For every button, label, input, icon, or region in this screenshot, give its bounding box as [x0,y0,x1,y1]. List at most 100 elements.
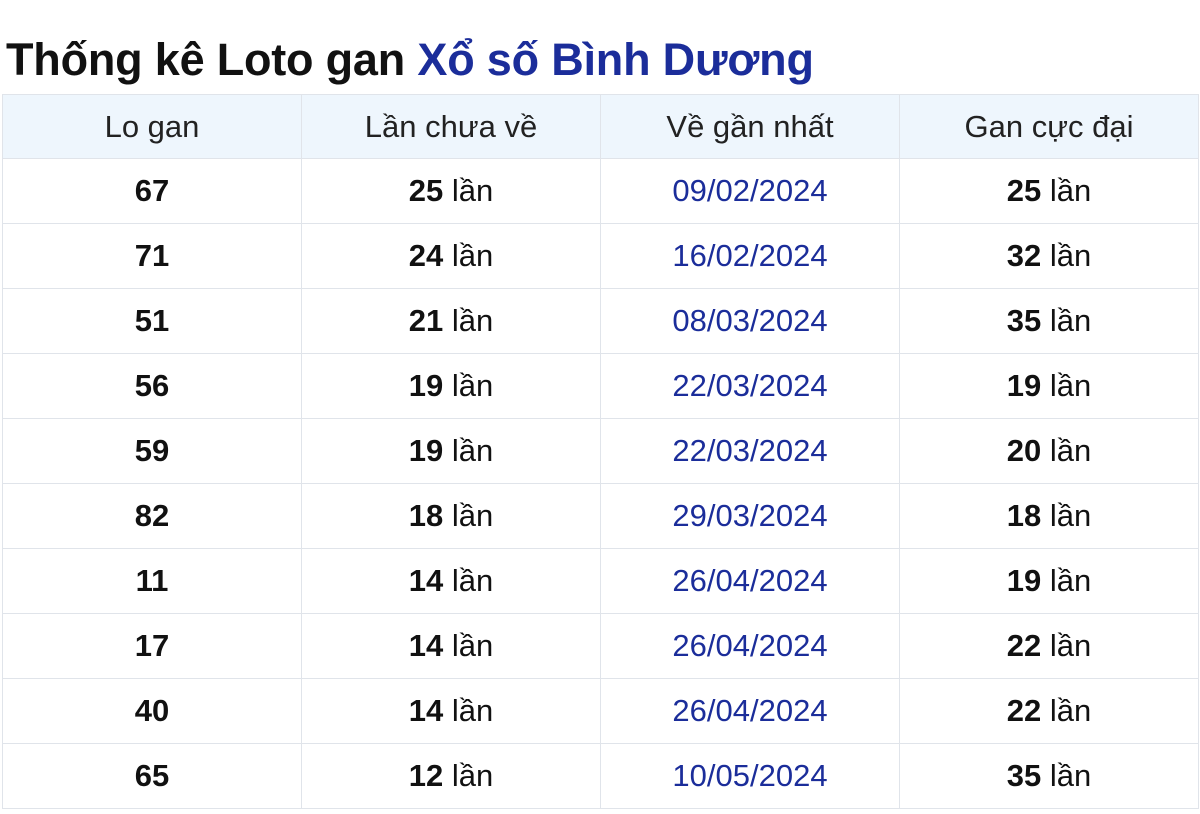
max-gap-count: 19 [1006,368,1042,403]
missed-unit: lần [451,303,494,338]
max-gap-cell: 32 lần [899,223,1199,289]
last-date-cell: 26/04/2024 [600,613,900,679]
header-ve-gan-nhat: Về gần nhất [600,94,900,159]
max-gap-unit: lần [1049,433,1092,468]
missed-count: 21 [408,303,444,338]
max-gap-cell: 22 lần [899,613,1199,679]
max-gap-unit: lần [1049,238,1092,273]
missed-count-cell: 14 lần [301,548,601,614]
table-row: 71 24 lần 16/02/2024 32 lần [2,223,1199,289]
missed-count: 12 [408,758,444,793]
lo-number-cell: 59 [2,418,302,484]
missed-count-cell: 12 lần [301,743,601,809]
lo-number-cell: 82 [2,483,302,549]
lo-number-cell: 11 [2,548,302,614]
missed-count-cell: 24 lần [301,223,601,289]
missed-unit: lần [451,368,494,403]
table-row: 67 25 lần 09/02/2024 25 lần [2,158,1199,224]
max-gap-count: 18 [1006,498,1042,533]
lo-number-cell: 40 [2,678,302,744]
missed-unit: lần [451,628,494,663]
page-title-place: Xổ số Bình Dương [417,34,814,85]
header-lo-gan: Lo gan [2,94,302,159]
max-gap-unit: lần [1049,758,1092,793]
max-gap-cell: 19 lần [899,548,1199,614]
last-date-cell: 08/03/2024 [600,288,900,354]
missed-count-cell: 14 lần [301,678,601,744]
last-date-cell: 16/02/2024 [600,223,900,289]
table-row: 56 19 lần 22/03/2024 19 lần [2,353,1199,419]
lo-number-cell: 56 [2,353,302,419]
table-row: 51 21 lần 08/03/2024 35 lần [2,288,1199,354]
table-row: 17 14 lần 26/04/2024 22 lần [2,613,1199,679]
lo-number-cell: 67 [2,158,302,224]
missed-count-cell: 19 lần [301,353,601,419]
missed-count: 14 [408,628,444,663]
max-gap-count: 32 [1006,238,1042,273]
last-date-cell: 22/03/2024 [600,353,900,419]
table-row: 82 18 lần 29/03/2024 18 lần [2,483,1199,549]
max-gap-cell: 35 lần [899,288,1199,354]
loto-gan-table: Lo gan Lần chưa về Về gần nhất Gan cực đ… [2,94,1199,809]
missed-count-cell: 25 lần [301,158,601,224]
max-gap-count: 35 [1006,303,1042,338]
max-gap-count: 25 [1006,173,1042,208]
missed-unit: lần [451,758,494,793]
max-gap-count: 19 [1006,563,1042,598]
max-gap-cell: 25 lần [899,158,1199,224]
missed-count: 14 [408,693,444,728]
last-date-cell: 26/04/2024 [600,678,900,744]
max-gap-count: 20 [1006,433,1042,468]
missed-count: 19 [408,368,444,403]
lo-number-cell: 71 [2,223,302,289]
last-date-cell: 09/02/2024 [600,158,900,224]
max-gap-unit: lần [1049,498,1092,533]
lo-number-cell: 65 [2,743,302,809]
max-gap-count: 22 [1006,628,1042,663]
missed-count-cell: 21 lần [301,288,601,354]
table-header: Lo gan Lần chưa về Về gần nhất Gan cực đ… [2,94,1199,159]
header-row: Lo gan Lần chưa về Về gần nhất Gan cực đ… [2,94,1199,159]
missed-unit: lần [451,498,494,533]
missed-unit: lần [451,693,494,728]
page-title: Thống kê Loto gan Xổ số Bình Dương [6,30,814,90]
missed-unit: lần [451,563,494,598]
table-row: 40 14 lần 26/04/2024 22 lần [2,678,1199,744]
max-gap-unit: lần [1049,563,1092,598]
max-gap-unit: lần [1049,303,1092,338]
missed-count: 18 [408,498,444,533]
max-gap-cell: 20 lần [899,418,1199,484]
max-gap-cell: 18 lần [899,483,1199,549]
last-date-cell: 29/03/2024 [600,483,900,549]
table-row: 59 19 lần 22/03/2024 20 lần [2,418,1199,484]
page-title-prefix: Thống kê Loto gan [6,34,406,85]
max-gap-unit: lần [1049,693,1092,728]
max-gap-cell: 19 lần [899,353,1199,419]
max-gap-unit: lần [1049,173,1092,208]
table-row: 65 12 lần 10/05/2024 35 lần [2,743,1199,809]
lo-number-cell: 17 [2,613,302,679]
missed-count-cell: 19 lần [301,418,601,484]
last-date-cell: 26/04/2024 [600,548,900,614]
missed-unit: lần [451,238,494,273]
max-gap-cell: 22 lần [899,678,1199,744]
header-lan-chua-ve: Lần chưa về [301,94,601,159]
missed-unit: lần [451,433,494,468]
missed-count: 19 [408,433,444,468]
missed-count-cell: 14 lần [301,613,601,679]
last-date-cell: 22/03/2024 [600,418,900,484]
missed-count: 24 [408,238,444,273]
lo-number-cell: 51 [2,288,302,354]
table-row: 11 14 lần 26/04/2024 19 lần [2,548,1199,614]
missed-count: 25 [408,173,444,208]
last-date-cell: 10/05/2024 [600,743,900,809]
missed-count: 14 [408,563,444,598]
missed-unit: lần [451,173,494,208]
max-gap-cell: 35 lần [899,743,1199,809]
max-gap-count: 35 [1006,758,1042,793]
table-body: 67 25 lần 09/02/2024 25 lần 71 24 lần 16… [2,158,1199,809]
missed-count-cell: 18 lần [301,483,601,549]
max-gap-count: 22 [1006,693,1042,728]
max-gap-unit: lần [1049,368,1092,403]
header-gan-cuc-dai: Gan cực đại [899,94,1199,159]
